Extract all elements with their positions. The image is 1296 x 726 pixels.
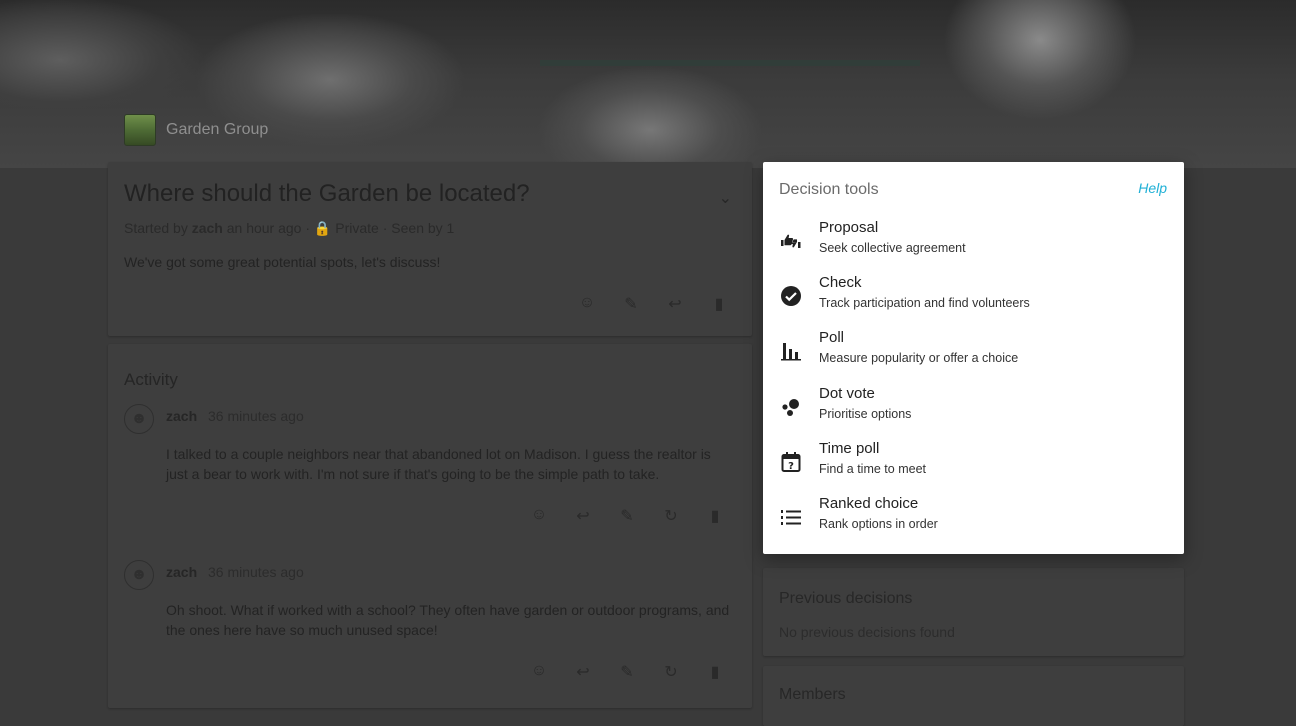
reply-icon[interactable]: ↩ — [572, 662, 594, 684]
previous-decisions-title: Previous decisions — [779, 590, 913, 607]
calendar-question-icon: ? — [781, 452, 801, 472]
edit-icon[interactable]: ✎ — [620, 294, 642, 316]
tool-description: Rank options in order — [819, 517, 938, 531]
comment-author[interactable]: zach — [166, 564, 197, 580]
members-card: Members — [763, 666, 1184, 726]
tool-description: Seek collective agreement — [819, 241, 966, 255]
add-reaction-icon[interactable]: ☺ — [528, 662, 550, 684]
comment-actions: ☺ ↩ ✎ ↻ ▮ — [506, 506, 726, 528]
comment-item: ☻ zach 36 minutes ago I talked to a coup… — [124, 404, 736, 534]
activity-label: Activity — [124, 370, 178, 389]
history-icon[interactable]: ↻ — [660, 506, 682, 528]
add-reaction-icon[interactable]: ☺ — [576, 294, 598, 316]
tool-name: Time poll — [819, 440, 880, 457]
decision-tools-title: Decision tools — [779, 181, 879, 198]
group-logo — [124, 114, 156, 146]
thread-card: Where should the Garden be located? ⌄ St… — [108, 162, 752, 336]
meta-separator: · — [305, 220, 311, 236]
tool-ranked-choice[interactable]: Ranked choice Rank options in order — [763, 495, 1184, 545]
tool-name: Proposal — [819, 219, 879, 236]
help-link[interactable]: Help — [1138, 180, 1167, 196]
previous-decisions-card: Previous decisions No previous decisions… — [763, 568, 1184, 656]
comment-body: I talked to a couple neighbors near that… — [166, 446, 711, 482]
tool-description: Find a time to meet — [819, 462, 926, 476]
thread-privacy: Private — [335, 220, 379, 236]
thread-meta: Started by zach an hour ago · 🔒 Private … — [124, 220, 454, 237]
comment-time: 36 minutes ago — [208, 564, 304, 580]
check-circle-icon — [781, 286, 801, 306]
comment-item: ☻ zach 36 minutes ago Oh shoot. What if … — [124, 560, 736, 690]
add-reaction-icon[interactable]: ☺ — [528, 506, 550, 528]
members-title: Members — [779, 686, 846, 703]
group-name[interactable]: Garden Group — [166, 121, 268, 139]
reply-icon[interactable]: ↩ — [572, 506, 594, 528]
bar-chart-icon — [781, 343, 801, 361]
tool-poll[interactable]: Poll Measure popularity or offer a choic… — [763, 329, 1184, 379]
comment-body: Oh shoot. What if worked with a school? … — [166, 602, 730, 638]
thread-time: an hour ago — [226, 220, 302, 236]
edit-icon[interactable]: ✎ — [616, 506, 638, 528]
avatar[interactable]: ☻ — [124, 560, 154, 590]
comment-time: 36 minutes ago — [208, 408, 304, 424]
thread-seen-by[interactable]: Seen by 1 — [391, 220, 454, 236]
thread-body: We've got some great potential spots, le… — [124, 254, 441, 270]
history-icon[interactable]: ↻ — [660, 662, 682, 684]
comment-actions: ☺ ↩ ✎ ↻ ▮ — [506, 662, 726, 684]
comment-author[interactable]: zach — [166, 408, 197, 424]
thread-actions: ☺ ✎ ↩ ▮ — [554, 294, 730, 316]
tool-dot-vote[interactable]: Dot vote Prioritise options — [763, 385, 1184, 435]
thread-title: Where should the Garden be located? — [124, 180, 530, 207]
delete-icon[interactable]: ▮ — [704, 506, 726, 528]
tool-name: Check — [819, 274, 862, 291]
tool-name: Ranked choice — [819, 495, 919, 512]
lock-icon: 🔒 — [313, 220, 332, 236]
edit-icon[interactable]: ✎ — [616, 662, 638, 684]
activity-card: Activity ☻ zach 36 minutes ago I talked … — [108, 344, 752, 708]
previous-decisions-empty: No previous decisions found — [779, 624, 955, 640]
delete-icon[interactable]: ▮ — [704, 662, 726, 684]
cover-water — [540, 60, 920, 66]
dots-icon — [782, 399, 799, 416]
group-header[interactable]: Garden Group — [124, 114, 268, 146]
tool-description: Prioritise options — [819, 407, 912, 421]
meta-separator: · — [382, 220, 388, 236]
delete-icon[interactable]: ▮ — [708, 294, 730, 316]
tool-description: Measure popularity or offer a choice — [819, 351, 1019, 365]
svg-text:?: ? — [788, 461, 794, 472]
decision-tools-menu: Decision tools Help Proposal Seek collec… — [763, 162, 1184, 554]
reply-icon[interactable]: ↩ — [664, 294, 686, 316]
tool-name: Dot vote — [819, 385, 875, 402]
thumbs-up-down-icon — [781, 234, 801, 248]
tool-description: Track participation and find volunteers — [819, 296, 1030, 310]
numbered-list-icon — [781, 510, 801, 525]
tool-check[interactable]: Check Track participation and find volun… — [763, 274, 1184, 324]
chevron-down-icon[interactable]: ⌄ — [719, 188, 732, 208]
tool-time-poll[interactable]: ? Time poll Find a time to meet — [763, 440, 1184, 490]
tool-proposal[interactable]: Proposal Seek collective agreement — [763, 219, 1184, 269]
thread-author[interactable]: zach — [192, 220, 223, 236]
thread-meta-prefix: Started by — [124, 220, 188, 236]
tool-name: Poll — [819, 329, 845, 346]
avatar[interactable]: ☻ — [124, 404, 154, 434]
